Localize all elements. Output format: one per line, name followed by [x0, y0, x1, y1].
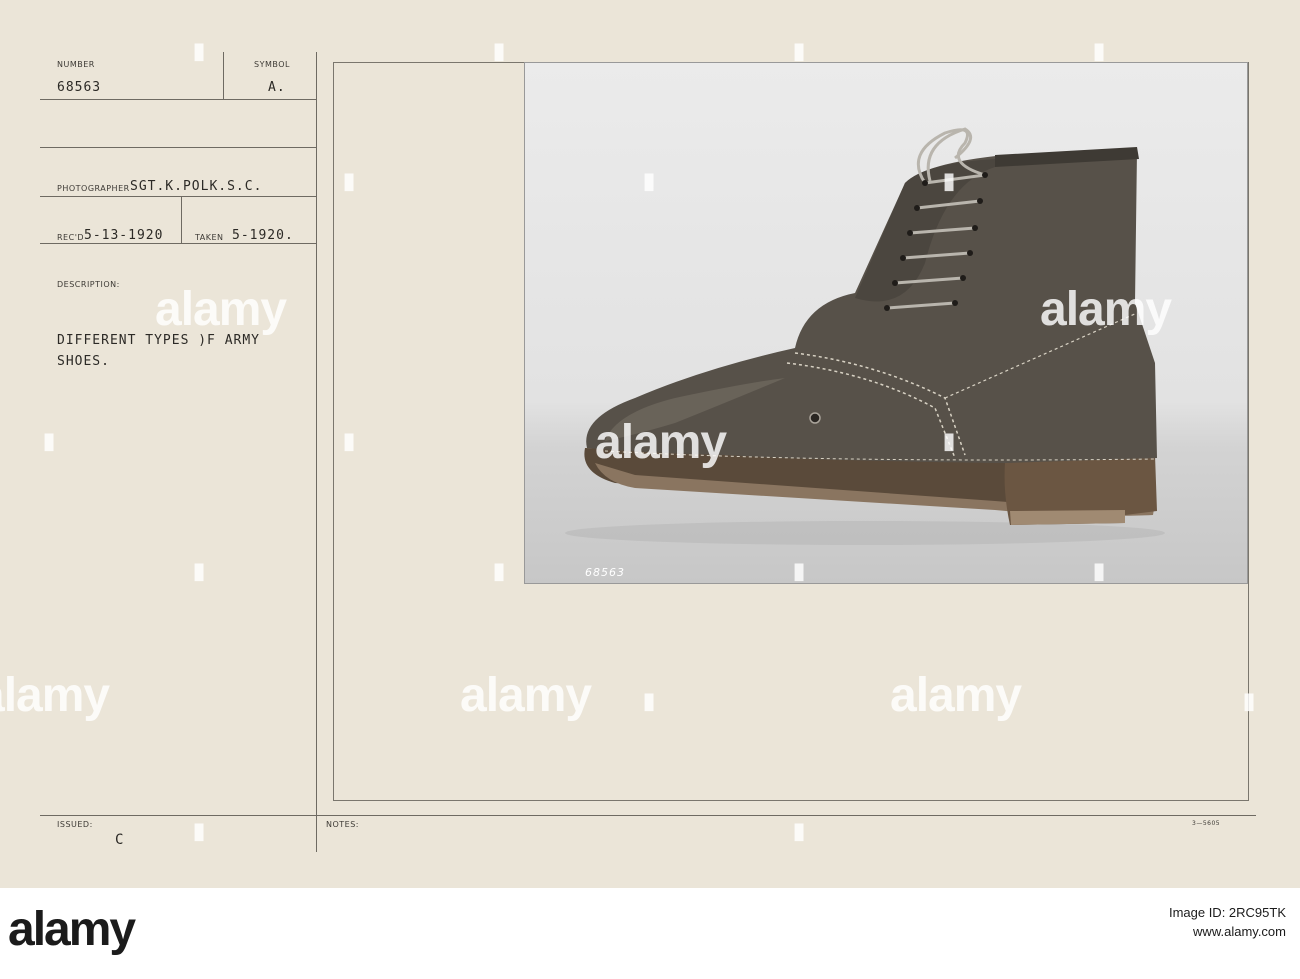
- rule-bottom: [40, 815, 1256, 816]
- watermark-pin: ▮: [193, 818, 206, 843]
- photo-negative-number: 68563: [585, 566, 625, 579]
- watermark-pin: ▮: [793, 818, 806, 843]
- footer-website: www.alamy.com: [1193, 924, 1286, 939]
- archival-record-card: NUMBER 68563 SYMBOL A. PHOTOGRAPHER SGT.…: [0, 0, 1300, 888]
- watermark-left-lower: alamy: [0, 669, 110, 722]
- notes-label: NOTES:: [326, 820, 359, 829]
- issued-value: C: [115, 832, 124, 848]
- watermark-pin: ▮: [193, 38, 206, 63]
- watermark-pin: ▮: [643, 688, 656, 713]
- watermark-left-upper: alamy: [155, 283, 287, 336]
- watermark-pin: ▮: [343, 428, 356, 453]
- watermark-pin: ▮: [943, 428, 956, 453]
- recd-value: 5-13-1920: [84, 228, 164, 243]
- form-code: 3—5605: [1192, 820, 1221, 827]
- stock-footer: [0, 888, 1300, 979]
- watermark-pin: ▮: [1093, 558, 1106, 583]
- footer-image-id: Image ID: 2RC95TK: [1168, 905, 1286, 920]
- watermark-bottom-center: alamy: [460, 669, 592, 722]
- watermark-pin: ▮: [793, 38, 806, 63]
- watermark-photo-center: alamy: [595, 416, 727, 469]
- rule-top-left: [40, 99, 316, 100]
- rule-number-symbol-divider: [223, 52, 224, 100]
- photographer-value: SGT.K.POLK.S.C.: [130, 179, 263, 194]
- taken-value: 5-1920.: [232, 228, 294, 243]
- watermark-pin: ▮: [793, 558, 806, 583]
- issued-label: ISSUED:: [57, 820, 93, 829]
- watermark-photo-right: alamy: [1040, 283, 1172, 336]
- footer-info: Image ID: 2RC95TK www.alamy.com: [1169, 905, 1286, 945]
- watermark-pin: ▮: [1243, 688, 1256, 713]
- watermark-pin: ▮: [493, 558, 506, 583]
- rule-photographer: [40, 147, 316, 148]
- recd-label: REC'D: [57, 233, 85, 242]
- watermark-pin: ▮: [43, 428, 56, 453]
- rule-recd-taken-divider: [181, 196, 182, 244]
- number-value: 68563: [57, 80, 102, 95]
- watermark-bottom-right: alamy: [890, 669, 1022, 722]
- watermark-pin: ▮: [643, 168, 656, 193]
- number-label: NUMBER: [57, 60, 95, 69]
- watermark-pin: ▮: [343, 168, 356, 193]
- rule-column-divider: [316, 52, 317, 852]
- watermark-pin: ▮: [1093, 38, 1106, 63]
- description-label: DESCRIPTION:: [57, 280, 120, 289]
- footer-logo: alamy: [8, 903, 136, 956]
- symbol-value: A.: [268, 80, 286, 95]
- taken-label: TAKEN: [195, 233, 224, 242]
- symbol-label: SYMBOL: [254, 60, 290, 69]
- watermark-pin: ▮: [193, 558, 206, 583]
- rule-photographer-underline: [40, 196, 316, 197]
- description-line-2: SHOES.: [57, 354, 110, 369]
- rule-dates: [40, 243, 316, 244]
- photographer-label: PHOTOGRAPHER: [57, 184, 130, 193]
- watermark-pin: ▮: [493, 38, 506, 63]
- watermark-pin: ▮: [943, 168, 956, 193]
